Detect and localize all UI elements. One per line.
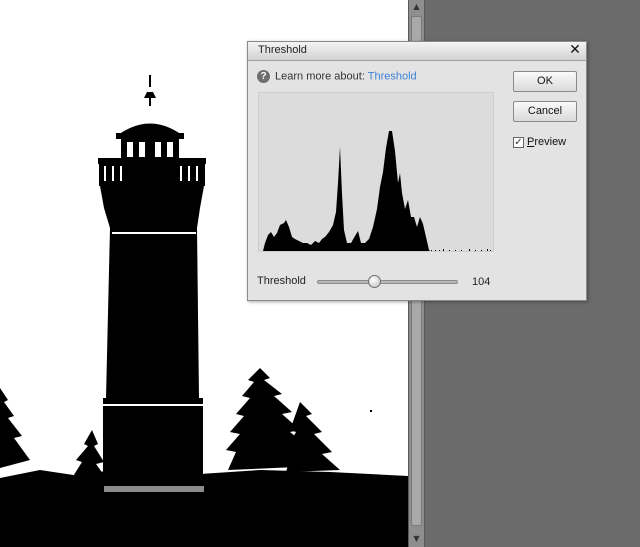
scroll-up-icon[interactable]: ▲	[409, 1, 424, 13]
help-row: ? Learn more about: Threshold	[257, 70, 417, 83]
preview-checkbox-row[interactable]: ✓ Preview	[513, 136, 566, 148]
help-icon: ?	[257, 70, 270, 83]
help-link[interactable]: Threshold	[368, 70, 417, 82]
preview-label-rest: review	[534, 136, 567, 149]
preview-label: Preview	[527, 136, 566, 148]
dialog-title: Threshold	[258, 44, 307, 56]
histogram-tail	[431, 249, 491, 251]
threshold-value[interactable]: 104	[472, 276, 490, 288]
histogram-graph	[263, 131, 430, 251]
histogram	[258, 92, 494, 252]
threshold-dialog: Threshold ✕ ? Learn more about: Threshold…	[247, 41, 587, 301]
threshold-label: Threshold	[257, 275, 306, 287]
close-icon[interactable]: ✕	[567, 42, 583, 59]
threshold-slider-thumb[interactable]	[368, 275, 381, 288]
ok-button[interactable]: OK	[513, 71, 577, 92]
cancel-button[interactable]: Cancel	[513, 101, 577, 122]
dialog-titlebar[interactable]: Threshold ✕	[248, 42, 586, 61]
preview-checkbox[interactable]: ✓	[513, 136, 524, 148]
threshold-slider[interactable]	[317, 280, 458, 284]
help-text: Learn more about:	[275, 70, 365, 83]
scroll-down-icon[interactable]: ▼	[409, 533, 424, 545]
